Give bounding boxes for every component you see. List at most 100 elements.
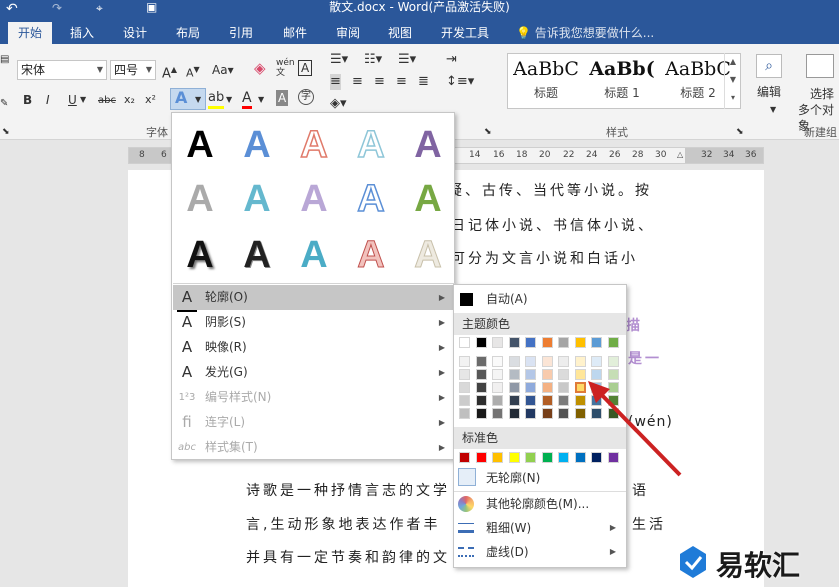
theme-color-swatch[interactable] [541,408,553,419]
strikethrough-button[interactable]: abc [98,93,116,109]
menu-item-glow[interactable]: A 发光(G) ▶ [173,360,455,385]
effect-style-14[interactable]: A [349,233,393,277]
theme-color-swatch[interactable] [574,356,586,367]
outline-auto[interactable]: 自动(A) [454,287,626,311]
theme-color-swatch[interactable] [591,356,602,367]
dashes-item[interactable]: 虚线(D) ▶ [454,540,626,564]
theme-color-swatch[interactable] [558,356,569,367]
effect-style-2[interactable]: A [235,123,279,167]
format-painter-icon[interactable]: ✎ [0,96,8,112]
theme-color-swatch[interactable] [492,356,503,367]
ruler-indent-marker[interactable]: △ [677,150,683,159]
tab-view[interactable]: 视图 [378,22,422,44]
underline-button[interactable]: U [68,92,77,108]
multilevel-icon[interactable]: ☰▾ [398,52,416,68]
more-colors-item[interactable]: 其他轮廓颜色(M)... [454,492,626,516]
menu-item-shadow[interactable]: A 阴影(S) ▶ [173,310,455,335]
distribute-icon[interactable]: ≣ [418,74,429,90]
styles-scroll[interactable]: ▲ ▼ ▾ [724,53,741,109]
theme-color-swatch[interactable] [492,337,503,348]
clear-format-icon[interactable]: ◈ [254,60,266,76]
theme-color-swatch[interactable] [541,369,553,380]
text-effects-button[interactable]: A ▼ [170,88,206,110]
standard-color-swatch[interactable] [508,452,520,463]
theme-color-swatch[interactable] [525,337,536,348]
paste-icon[interactable]: ▤ [0,52,9,68]
theme-color-swatch[interactable] [492,369,503,380]
menu-item-reflection[interactable]: A 映像(R) ▶ [173,335,455,360]
tab-developer[interactable]: 开发工具 [430,22,500,44]
chevron-down-icon[interactable]: ▼ [226,92,232,108]
standard-color-swatch[interactable] [525,452,536,463]
bullets-icon[interactable]: ☰▾ [330,52,348,68]
phonetic-guide-icon[interactable]: wén 文 [276,58,295,78]
theme-color-swatch[interactable] [558,408,569,419]
theme-color-swatch[interactable] [475,356,487,367]
standard-color-swatch[interactable] [541,452,553,463]
tab-references[interactable]: 引用 [218,22,264,44]
superscript-button[interactable]: x² [145,92,156,108]
theme-color-swatch[interactable] [475,408,487,419]
shading-icon[interactable]: ◈▾ [330,96,347,112]
align-left-icon[interactable]: ≡ [330,74,341,90]
effect-style-5[interactable]: A [406,123,450,167]
weight-item[interactable]: 粗细(W) ▶ [454,516,626,540]
theme-color-swatch[interactable] [541,356,553,367]
standard-color-swatch[interactable] [475,452,487,463]
tab-home[interactable]: 开始 [8,22,52,44]
effect-style-1[interactable]: A [178,123,222,167]
standard-color-swatch[interactable] [558,452,569,463]
paragraph-dialog-launcher-icon[interactable]: ⬊ [484,124,492,140]
theme-color-swatch[interactable] [459,337,470,348]
theme-color-swatch[interactable] [525,369,536,380]
effect-style-4[interactable]: A [349,123,393,167]
theme-color-swatch[interactable] [459,395,470,406]
justify-icon[interactable]: ≡ [396,74,407,90]
line-spacing-icon[interactable]: ↕≡▾ [446,74,474,90]
styles-gallery[interactable]: AaBbC 标题 AaBb( 标题 1 AaBbC 标题 2 [507,53,741,109]
bold-button[interactable]: B [23,92,32,108]
style-heading-1[interactable]: AaBb( 标题 1 [586,58,658,101]
shrink-font-icon[interactable]: A▼ [186,62,200,82]
effect-style-6[interactable]: A [178,177,222,221]
effect-style-13[interactable]: A [292,233,336,277]
theme-color-swatch[interactable] [574,337,586,348]
theme-color-swatch[interactable] [541,395,553,406]
font-name-select[interactable]: 宋体 ▼ [17,60,107,80]
effect-style-12[interactable]: A [235,233,279,277]
theme-color-swatch[interactable] [459,356,470,367]
effect-style-9[interactable]: A [349,177,393,221]
theme-color-swatch[interactable] [558,337,569,348]
effect-style-10[interactable]: A [406,177,450,221]
effect-style-11[interactable]: A [178,233,222,277]
theme-color-swatch[interactable] [475,369,487,380]
theme-color-swatch[interactable] [492,395,503,406]
theme-color-swatch[interactable] [492,382,503,393]
effect-style-8[interactable]: A [292,177,336,221]
dialog-launcher-icon[interactable]: ⬊ [2,124,10,140]
change-case-icon[interactable]: Aa▾ [212,62,234,78]
theme-color-swatch[interactable] [475,395,487,406]
theme-color-swatch[interactable] [558,382,569,393]
chevron-down-icon[interactable]: ▼ [258,92,264,108]
align-right-icon[interactable]: ≡ [374,74,385,90]
chevron-down-icon[interactable]: ▼ [80,92,86,108]
theme-color-swatch[interactable] [607,337,619,348]
theme-color-swatch[interactable] [525,395,536,406]
italic-button[interactable]: I [46,92,50,108]
effect-style-15[interactable]: A [406,233,450,277]
effect-style-3[interactable]: A [292,123,336,167]
tab-mailings[interactable]: 邮件 [272,22,318,44]
align-center-icon[interactable]: ≡ [352,74,363,90]
theme-color-swatch[interactable] [525,382,536,393]
theme-color-swatch[interactable] [508,356,520,367]
theme-color-swatch[interactable] [475,382,487,393]
search-icon[interactable]: ⌕ [756,54,782,78]
theme-color-swatch[interactable] [541,382,553,393]
theme-color-swatch[interactable] [459,408,470,419]
standard-color-swatch[interactable] [459,452,470,463]
font-size-select[interactable]: 四号 ▼ [110,60,156,80]
theme-color-swatch[interactable] [508,337,520,348]
tab-review[interactable]: 审阅 [326,22,370,44]
theme-color-swatch[interactable] [475,337,487,348]
